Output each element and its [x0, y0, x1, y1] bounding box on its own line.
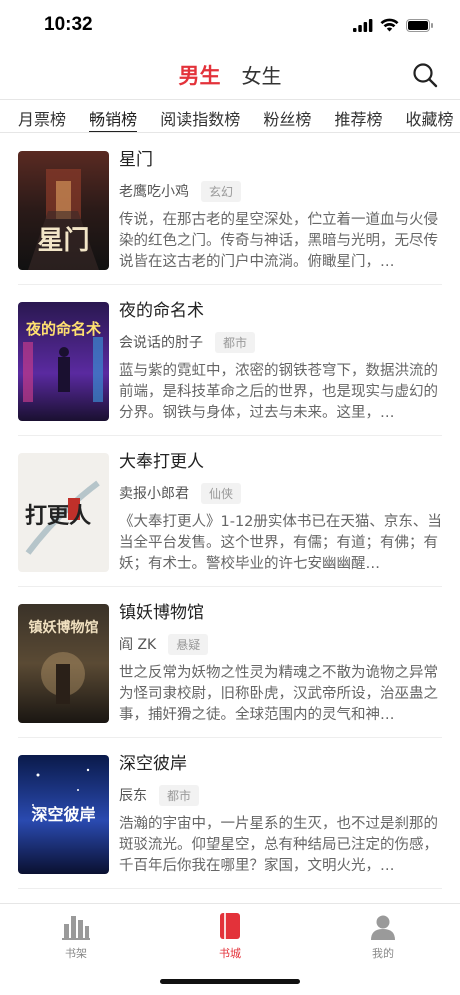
- cover-title: 镇妖博物馆: [29, 619, 99, 636]
- wifi-icon: [380, 17, 399, 36]
- book-author: 卖报小郎君: [119, 486, 189, 502]
- tab-reading-index[interactable]: 阅读指数榜: [160, 100, 240, 132]
- book-meta: 阎 ZK 悬疑: [119, 633, 442, 655]
- book-info: 夜的命名术 会说话的肘子 都市 蓝与紫的霓虹中，浓密的钢铁苍穹下，数据洪流的前端…: [119, 299, 442, 424]
- rank-tabs: 月票榜 畅销榜 阅读指数榜 粉丝榜 推荐榜 收藏榜 更: [0, 99, 460, 133]
- list-item[interactable]: 夜的命名术 夜的命名术 会说话的肘子 都市 蓝与紫的霓虹中，浓密的钢铁苍穹下，数…: [18, 285, 442, 436]
- book-description: 传说，在那古老的星空深处，伫立着一道血与火侵染的红色之门。传奇与神话，黑暗与光明…: [119, 212, 438, 270]
- tab-label: 书架: [65, 947, 87, 960]
- tab-profile[interactable]: 我的: [343, 912, 423, 961]
- book-title[interactable]: 大奉打更人: [119, 450, 442, 474]
- profile-icon: [343, 912, 423, 940]
- tab-female[interactable]: 女生: [242, 60, 282, 89]
- book-info: 星门 老鹰吃小鸡 玄幻 传说，在那古老的星空深处，伫立着一道血与火侵染的红色之门…: [119, 148, 442, 273]
- status-bar: 10:32: [0, 0, 460, 50]
- book-author: 阎 ZK: [119, 637, 157, 653]
- book-author: 辰东: [119, 788, 147, 804]
- battery-icon: [406, 17, 434, 36]
- book-description: 《大奉打更人》1-12册实体书已在天猫、京东、当当全平台发售。这个世界，有儒；有…: [119, 514, 442, 572]
- book-list: 星门 星门 老鹰吃小鸡 玄幻 传说，在那古老的星空深处，伫立着一道血与火侵染的红…: [0, 134, 460, 889]
- list-item[interactable]: 星门 星门 老鹰吃小鸡 玄幻 传说，在那古老的星空深处，伫立着一道血与火侵染的红…: [18, 134, 442, 285]
- book-cover[interactable]: 夜的命名术: [18, 302, 109, 421]
- home-indicator: [160, 979, 300, 984]
- tab-favorites[interactable]: 收藏榜: [406, 100, 454, 132]
- cover-title: 星门: [37, 226, 89, 256]
- genre-badge: 都市: [159, 784, 200, 806]
- tab-label: 书城: [219, 947, 241, 960]
- genre-badge: 玄幻: [201, 180, 242, 202]
- list-item[interactable]: 打更人 大奉打更人 卖报小郎君 仙侠 《大奉打更人》1-12册实体书已在天猫、京…: [18, 436, 442, 587]
- book-meta: 会说话的肘子 都市: [119, 331, 442, 353]
- book-info: 大奉打更人 卖报小郎君 仙侠 《大奉打更人》1-12册实体书已在天猫、京东、当当…: [119, 450, 442, 575]
- book-cover[interactable]: 星门: [18, 151, 109, 270]
- tab-monthly-ticket[interactable]: 月票榜: [18, 100, 66, 132]
- book-title[interactable]: 镇妖博物馆: [119, 601, 442, 625]
- gender-tabs: 男生 女生: [0, 60, 460, 90]
- tab-male[interactable]: 男生: [178, 60, 220, 90]
- top-header: 男生 女生: [0, 50, 460, 98]
- genre-badge: 仙侠: [201, 482, 242, 504]
- tab-label: 我的: [372, 947, 394, 960]
- cover-title: 打更人: [25, 503, 91, 529]
- status-icons: [353, 17, 434, 36]
- tab-bestseller[interactable]: 畅销榜: [89, 100, 138, 132]
- book-author: 老鹰吃小鸡: [119, 184, 189, 200]
- book-author: 会说话的肘子: [119, 335, 203, 351]
- book-description: 世之反常为妖物之性灵为精魂之不散为诡物之异常为怪司隶校尉，旧称卧虎，汉武帝所设，…: [119, 665, 438, 723]
- book-meta: 老鹰吃小鸡 玄幻: [119, 180, 442, 202]
- tab-bookshelf[interactable]: 书架: [36, 912, 116, 961]
- tab-bookstore[interactable]: 书城: [190, 912, 270, 961]
- book-meta: 辰东 都市: [119, 784, 442, 806]
- list-item[interactable]: 深空彼岸 深空彼岸 辰东 都市 浩瀚的宇宙中，一片星系的生灭，也不过是刹那的斑驳…: [18, 738, 442, 889]
- status-time: 10:32: [44, 14, 93, 35]
- genre-badge: 都市: [215, 331, 256, 353]
- book-title[interactable]: 星门: [119, 148, 442, 172]
- book-title[interactable]: 深空彼岸: [119, 752, 442, 776]
- search-icon[interactable]: [412, 62, 438, 88]
- book-cover[interactable]: 深空彼岸: [18, 755, 109, 874]
- book-description: 蓝与紫的霓虹中，浓密的钢铁苍穹下，数据洪流的前端，是科技革命之后的世界，也是现实…: [119, 363, 438, 421]
- bookstore-icon: [190, 912, 270, 940]
- book-meta: 卖报小郎君 仙侠: [119, 482, 442, 504]
- bookshelf-icon: [36, 912, 116, 940]
- tab-fans[interactable]: 粉丝榜: [263, 100, 311, 132]
- book-cover[interactable]: 打更人: [18, 453, 109, 572]
- book-cover[interactable]: 镇妖博物馆: [18, 604, 109, 723]
- book-description: 浩瀚的宇宙中，一片星系的生灭，也不过是刹那的斑驳流光。仰望星空，总有种结局已注定…: [119, 816, 438, 874]
- book-info: 镇妖博物馆 阎 ZK 悬疑 世之反常为妖物之性灵为精魂之不散为诡物之异常为怪司隶…: [119, 601, 442, 726]
- book-title[interactable]: 夜的命名术: [119, 299, 442, 323]
- genre-badge: 悬疑: [168, 633, 209, 655]
- cover-title: 深空彼岸: [31, 805, 95, 824]
- book-info: 深空彼岸 辰东 都市 浩瀚的宇宙中，一片星系的生灭，也不过是刹那的斑驳流光。仰望…: [119, 752, 442, 877]
- list-item[interactable]: 镇妖博物馆 镇妖博物馆 阎 ZK 悬疑 世之反常为妖物之性灵为精魂之不散为诡物之…: [18, 587, 442, 738]
- tab-recommend[interactable]: 推荐榜: [334, 100, 382, 132]
- signal-icon: [353, 17, 373, 36]
- cover-title: 夜的命名术: [25, 320, 101, 338]
